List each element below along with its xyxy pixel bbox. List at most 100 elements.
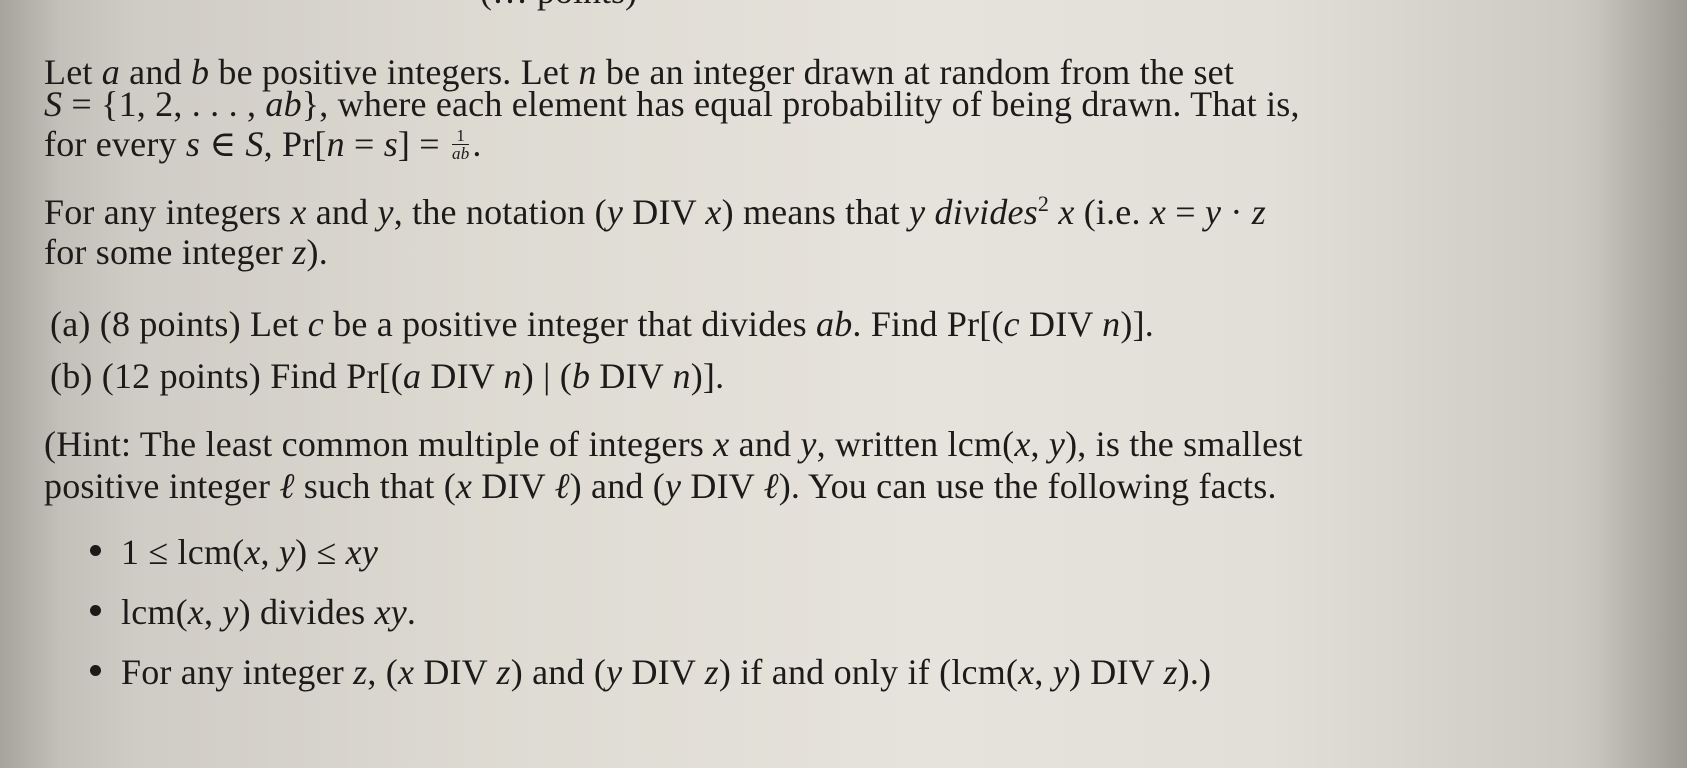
math-var: x [187,592,204,632]
math-var: x [1149,192,1167,232]
text: (i.e. [1074,192,1150,232]
text: . [472,124,482,164]
intro-line-2: S = {1, 2, . . . , ab}, where each eleme… [44,84,1300,124]
text: , ( [367,652,398,692]
math-var: n [503,356,522,396]
math-var: y [665,466,682,506]
part-b: (b) (12 points) Find Pr[(a DIV n) | (b D… [50,356,724,396]
math-var: S [245,124,264,164]
text: and [729,424,801,464]
text: ) | ( [521,356,572,396]
math-var: x [290,192,307,232]
bullet-icon [90,605,101,616]
math-var: n [1102,304,1121,344]
math-var: x [1018,652,1035,692]
text: be a positive integer that divides [323,304,817,344]
math-var: xy [374,592,407,632]
fraction-one-over-ab: 1 ab [452,127,470,164]
fact-item: For any integer z, (x DIV z) and (y DIV … [90,652,1211,692]
text: , [1030,424,1049,464]
math-var: s [383,124,398,164]
math-var: x [397,652,415,692]
text: = {1, 2, . . . , [62,84,266,124]
fraction-denominator: ab [452,144,470,164]
math-var: y [606,652,623,692]
text: )]. [690,356,725,396]
definition-line-1: For any integers x and y, the notation (… [44,192,1266,232]
text: ), is the smallest [1065,424,1303,464]
math-var: y [800,424,817,464]
text: lcm( [121,592,188,632]
text: For any integers [44,192,291,232]
math-var: n [672,356,691,396]
text: DIV [472,466,555,506]
text: such that ( [294,466,456,506]
math-var: n [326,124,345,164]
text: ). [306,232,328,272]
text: ).) [1177,652,1212,692]
math-var: y [278,532,296,572]
text: ) means that [721,192,910,232]
text: for some integer [44,232,293,272]
math-var: z [1163,652,1178,692]
text: ) if and only if (lcm( [718,652,1019,692]
page-shadow-right [1597,0,1687,768]
text: = [1166,192,1205,232]
text: . [406,592,417,632]
math-var: ab [265,84,302,124]
math-var: z [292,232,307,272]
text: (Hint: The least common multiple of inte… [44,424,714,464]
math-var: y [377,192,394,232]
text: Find Pr[( [270,356,403,396]
math-var: c [307,304,324,344]
math-var: ℓ [763,466,779,506]
math-var: x [1014,424,1031,464]
text: DIV [681,466,764,506]
text: For any integer [121,652,354,692]
text: DIV [1019,304,1103,344]
text: , written lcm( [816,424,1015,464]
intro-line-3: for every s ∈ S, Pr[n = s] = 1 ab. [44,124,482,165]
part-label: (a) [50,304,91,344]
math-var: x [455,466,473,506]
text: DIV [622,652,705,692]
math-var: z [704,652,719,692]
text: for every [44,124,186,164]
text: DIV [590,356,673,396]
math-var: c [1003,304,1020,344]
math-var: x [1058,192,1075,232]
text: . Find Pr[( [852,304,1004,344]
part-label: (b) [50,356,93,396]
math-var: ℓ [279,466,295,506]
text: and [306,192,378,232]
text: , [203,592,223,632]
math-var: ℓ [554,466,570,506]
text: )]. [1120,304,1154,344]
math-var: y [1048,424,1066,464]
math-var: y [222,592,239,632]
document-page: (… points) Let a and b be positive integ… [0,0,1687,768]
math-var: S [44,84,63,124]
text: , the notation ( [393,192,607,232]
text: , [1034,652,1053,692]
part-points: (8 points) [99,304,241,344]
text: }, where each element has equal probabil… [301,84,1300,124]
emphasis-divides: divides [934,192,1038,232]
math-var: xy [345,532,379,572]
part-points: (12 points) [101,356,261,396]
math-var: y [1052,652,1069,692]
math-var: a [403,356,422,396]
math-var: s [185,124,201,164]
text: ) DIV [1068,652,1164,692]
cut-off-heading: (… points) [480,0,637,12]
math-var: x [244,532,261,572]
text: , Pr[ [263,124,327,164]
fact-item: 1 ≤ lcm(x, y) ≤ xy [90,532,378,572]
math-var: b [571,356,591,396]
math-var: y [606,192,624,232]
part-a: (a) (8 points) Let c be a positive integ… [50,304,1154,344]
text: ∈ [200,124,246,164]
math-var: y [1204,192,1222,232]
text: DIV [623,192,706,232]
text [1049,192,1058,232]
